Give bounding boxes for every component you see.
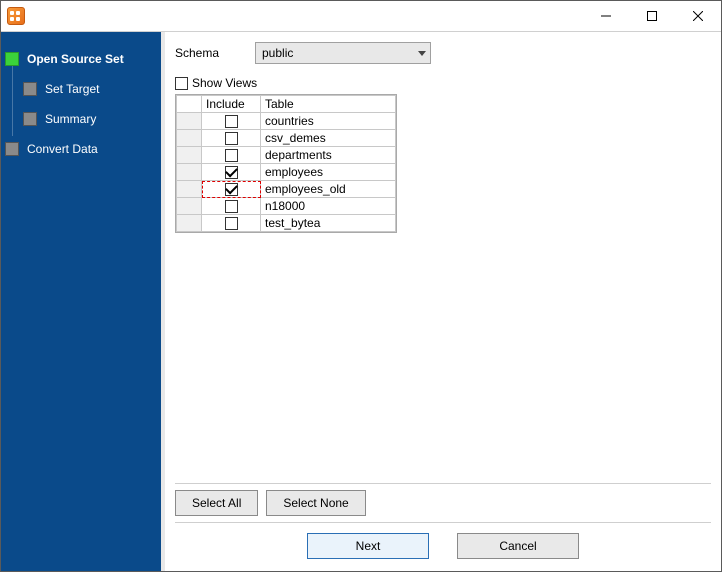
header-table[interactable]: Table <box>261 96 396 113</box>
wizard-step-open-source-set[interactable]: Open Source Set <box>1 46 161 72</box>
step-status-box <box>23 82 37 96</box>
include-checkbox[interactable] <box>225 132 238 145</box>
include-cell[interactable] <box>202 215 261 232</box>
maximize-button[interactable] <box>629 1 675 31</box>
show-views-label: Show Views <box>192 76 257 90</box>
include-cell[interactable] <box>202 164 261 181</box>
window-controls <box>583 1 721 31</box>
grid-corner <box>177 96 202 113</box>
schema-select[interactable]: public <box>255 42 431 64</box>
table-row[interactable]: countries <box>177 113 396 130</box>
table-row[interactable]: test_bytea <box>177 215 396 232</box>
titlebar <box>1 1 721 32</box>
select-none-button[interactable]: Select None <box>266 490 365 516</box>
wizard-step-summary[interactable]: Summary <box>1 106 161 132</box>
selection-buttons: Select All Select None <box>175 483 711 522</box>
row-header[interactable] <box>177 147 202 164</box>
include-checkbox[interactable] <box>225 217 238 230</box>
titlebar-left <box>1 7 25 25</box>
table-row[interactable]: departments <box>177 147 396 164</box>
wizard-step-convert-data[interactable]: Convert Data <box>1 136 161 162</box>
step-label: Set Target <box>45 82 99 96</box>
next-button[interactable]: Next <box>307 533 429 559</box>
grid-header-row: Include Table <box>177 96 396 113</box>
step-label: Summary <box>45 112 96 126</box>
header-include[interactable]: Include <box>202 96 261 113</box>
wizard-step-set-target[interactable]: Set Target <box>1 76 161 102</box>
include-cell[interactable] <box>202 113 261 130</box>
row-header[interactable] <box>177 181 202 198</box>
step-status-box <box>5 52 19 66</box>
spacer <box>175 233 711 483</box>
table-name-cell: employees_old <box>261 181 396 198</box>
minimize-button[interactable] <box>583 1 629 31</box>
step-status-box <box>5 142 19 156</box>
close-icon <box>693 11 703 21</box>
content-body: Open Source Set Set Target Summary Convert … <box>1 32 721 571</box>
table-name-cell: test_bytea <box>261 215 396 232</box>
include-checkbox[interactable] <box>225 149 238 162</box>
show-views-checkbox[interactable]: Show Views <box>175 76 711 90</box>
wizard-window: Open Source Set Set Target Summary Convert … <box>0 0 722 572</box>
include-cell[interactable] <box>202 147 261 164</box>
table-name-cell: departments <box>261 147 396 164</box>
row-header[interactable] <box>177 130 202 147</box>
close-button[interactable] <box>675 1 721 31</box>
include-checkbox[interactable] <box>225 183 238 196</box>
table-row[interactable]: n18000 <box>177 198 396 215</box>
table-name-cell: employees <box>261 164 396 181</box>
step-status-box <box>23 112 37 126</box>
schema-selected-value: public <box>262 46 293 60</box>
include-cell[interactable] <box>202 198 261 215</box>
include-checkbox[interactable] <box>225 200 238 213</box>
wizard-nav-buttons: Next Cancel <box>175 522 711 559</box>
include-cell[interactable] <box>202 130 261 147</box>
table-name-cell: csv_demes <box>261 130 396 147</box>
select-all-button[interactable]: Select All <box>175 490 258 516</box>
table-row[interactable]: employees_old <box>177 181 396 198</box>
table-row[interactable]: employees <box>177 164 396 181</box>
row-header[interactable] <box>177 215 202 232</box>
table-row[interactable]: csv_demes <box>177 130 396 147</box>
table-name-cell: n18000 <box>261 198 396 215</box>
include-checkbox[interactable] <box>225 115 238 128</box>
step-label: Convert Data <box>27 142 98 156</box>
chevron-down-icon <box>418 51 426 56</box>
main-panel: Schema public Show Views Include Table <box>161 32 721 571</box>
tables-grid: Include Table countriescsv_demesdepartme… <box>175 94 397 233</box>
app-icon <box>7 7 25 25</box>
cancel-button[interactable]: Cancel <box>457 533 579 559</box>
include-cell[interactable] <box>202 181 261 198</box>
row-header[interactable] <box>177 164 202 181</box>
maximize-icon <box>647 11 657 21</box>
row-header[interactable] <box>177 198 202 215</box>
schema-row: Schema public <box>175 42 711 64</box>
schema-label: Schema <box>175 46 255 60</box>
minimize-icon <box>601 11 611 21</box>
show-views-box <box>175 77 188 90</box>
row-header[interactable] <box>177 113 202 130</box>
step-label: Open Source Set <box>27 52 124 66</box>
table-name-cell: countries <box>261 113 396 130</box>
wizard-steps-sidebar: Open Source Set Set Target Summary Convert … <box>1 32 161 571</box>
include-checkbox[interactable] <box>225 166 238 179</box>
